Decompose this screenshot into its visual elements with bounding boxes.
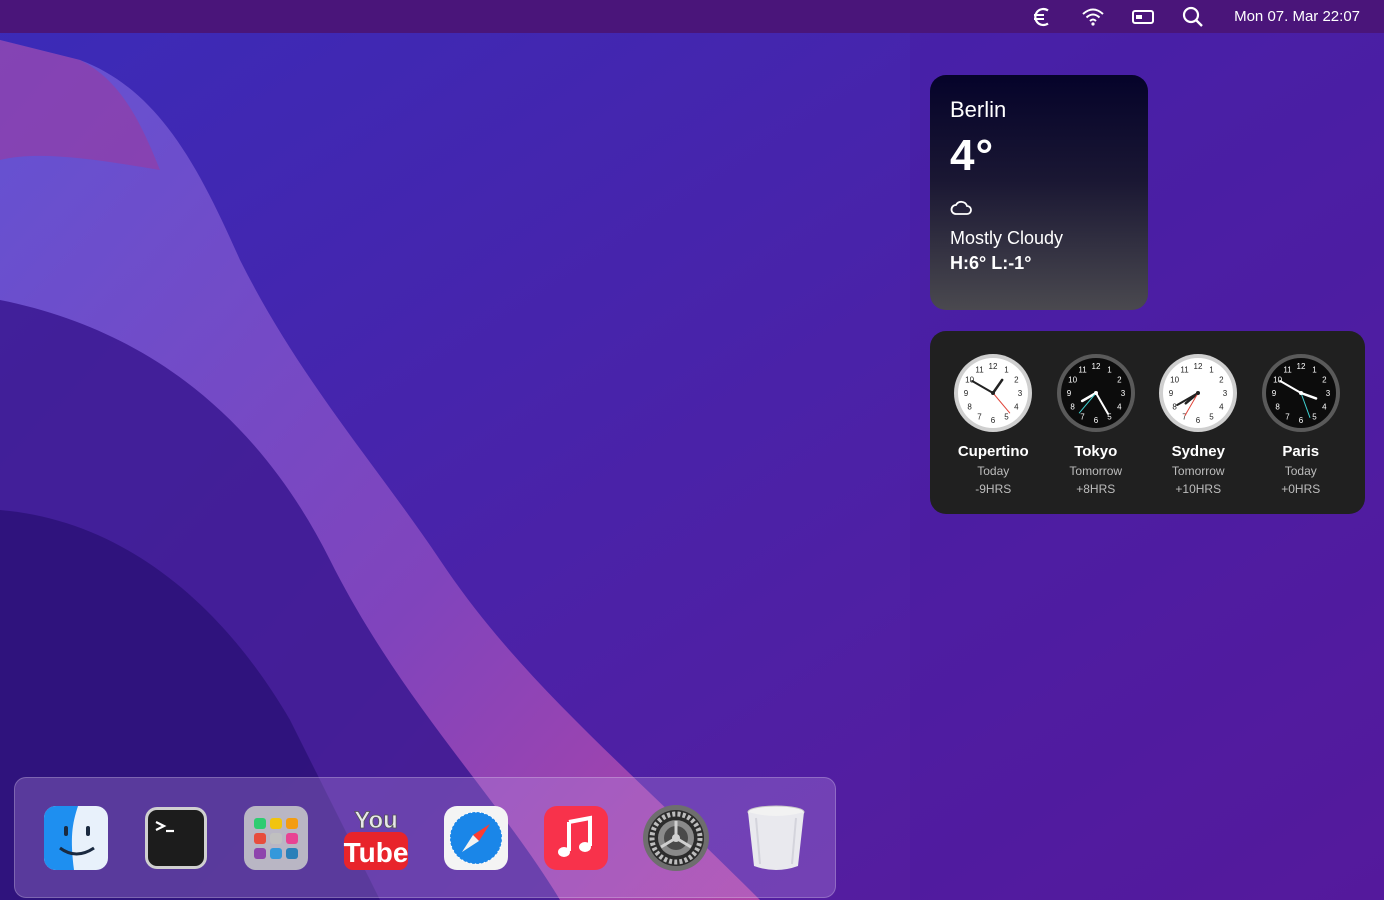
clock-numeral: 8 [1173,403,1178,412]
clock-numeral: 2 [1219,376,1224,385]
clock-numeral: 7 [1080,412,1085,421]
weather-high-low: H:6° L:-1° [950,253,1032,273]
clock-numeral: 7 [1285,412,1290,421]
battery-icon[interactable] [1118,0,1168,33]
clock-numeral: 10 [965,376,974,385]
search-icon[interactable] [1168,0,1218,33]
clock-numeral: 4 [1219,403,1224,412]
world-clock-widget[interactable]: 1 2 3 4 5 6 7 8 9 10 11 12 Cupertino Today -9HRS 12… [930,331,1365,514]
clock-numeral: 11 [976,366,985,375]
menu-bar: Mon 07. Mar 22:07 [0,0,1384,33]
clock-numeral: 12 [989,362,998,371]
weather-condition: Mostly Cloudy [950,228,1064,248]
clock-numeral: 9 [1067,389,1072,398]
clock-numeral: 6 [1094,416,1099,425]
clock-numeral: 5 [1312,412,1317,421]
launchpad-icon[interactable] [242,804,310,872]
clock-numeral: 10 [1273,376,1282,385]
clock-numeral: 9 [1169,389,1174,398]
clock-numeral: 12 [1194,362,1203,371]
safari-icon[interactable] [442,804,510,872]
clock-city: Paris [1282,443,1320,460]
analog-clock-face: 1234567891011 12 [1056,354,1135,432]
clock-numeral: 6 [1299,416,1304,425]
clock-numeral: 12 [1091,362,1100,371]
clock-numeral: 1 [1005,366,1010,375]
menu-bar-clock[interactable]: Mon 07. Mar 22:07 [1234,8,1360,25]
clock-offset: -9HRS [975,482,1012,496]
clock-numeral: 3 [1018,389,1023,398]
clock-numeral: 1 [1312,366,1317,375]
euro-icon[interactable] [1018,0,1068,33]
clock-numeral: 2 [1117,376,1122,385]
clock-offset: +8HRS [1076,482,1116,496]
clock-numeral: 1 [1107,366,1112,375]
clock-city: Cupertino [957,443,1029,460]
clock-offset: +0HRS [1281,482,1321,496]
system-preferences-icon[interactable] [642,804,710,872]
clock-offset: +10HRS [1175,482,1222,496]
trash-icon[interactable] [742,804,810,872]
youtube-icon[interactable]: You Tube [342,804,410,872]
clock-numeral: 11 [1181,366,1190,375]
clock-numeral: 4 [1322,403,1327,412]
clock-numeral: 10 [1170,376,1179,385]
clock-city: Sydney [1171,443,1225,460]
analog-clock-face: 1234567891011 12 [1159,354,1238,432]
clock-numeral: 9 [964,389,969,398]
dock: You Tube [14,777,836,898]
clock-day: Tomorrow [1171,464,1225,478]
world-clock-item: 1 2 3 4 5 6 7 8 9 10 11 12 Sydney Tomorrow +10HRS [1147,353,1250,514]
clock-numeral: 2 [1014,376,1019,385]
clock-city: Tokyo [1074,443,1118,460]
clock-numeral: 12 [1296,362,1305,371]
analog-clock-face: 1234567891011 12 [954,354,1033,432]
clock-numeral: 3 [1121,389,1126,398]
clock-numeral: 4 [1014,403,1019,412]
clock-numeral: 4 [1117,403,1122,412]
clock-numeral: 5 [1210,412,1215,421]
world-clock-item: 1 2 3 4 5 6 7 8 9 10 11 12 Paris Today +0HRS [1250,353,1353,514]
weather-widget[interactable]: Berlin 4° Mostly Cloudy H:6° L:-1° [930,75,1148,310]
cloud-icon [950,181,1128,222]
youtube-logo-you: You [354,807,398,834]
music-icon[interactable] [542,804,610,872]
world-clock-item: 1 2 3 4 5 6 7 8 9 10 11 12 Cupertino Today -9HRS [942,353,1045,514]
clock-day: Today [977,464,1010,478]
clock-numeral: 8 [968,403,973,412]
weather-city: Berlin [950,97,1007,122]
world-clock-item: 1 2 3 4 5 6 7 8 9 10 11 12 Tokyo Tomorrow +8HRS [1045,353,1148,514]
clock-numeral: 11 [1283,366,1292,375]
clock-numeral: 1 [1210,366,1215,375]
clock-numeral: 8 [1275,403,1280,412]
clock-numeral: 3 [1326,389,1331,398]
youtube-logo-tube: Tube [344,837,409,868]
wifi-icon[interactable] [1068,0,1118,33]
clock-day: Tomorrow [1069,464,1123,478]
terminal-icon[interactable] [142,804,210,872]
analog-clock-face: 1234567891011 12 [1261,354,1340,432]
clock-numeral: 2 [1322,376,1327,385]
clock-numeral: 8 [1070,403,1075,412]
clock-numeral: 11 [1078,366,1087,375]
clock-numeral: 6 [1196,416,1201,425]
clock-numeral: 9 [1272,389,1277,398]
clock-numeral: 5 [1005,412,1010,421]
clock-day: Today [1284,464,1317,478]
clock-numeral: 6 [991,416,996,425]
clock-numeral: 3 [1223,389,1228,398]
weather-temperature: 4° [950,131,995,180]
finder-icon[interactable] [42,804,110,872]
clock-numeral: 7 [978,412,983,421]
clock-numeral: 10 [1068,376,1077,385]
